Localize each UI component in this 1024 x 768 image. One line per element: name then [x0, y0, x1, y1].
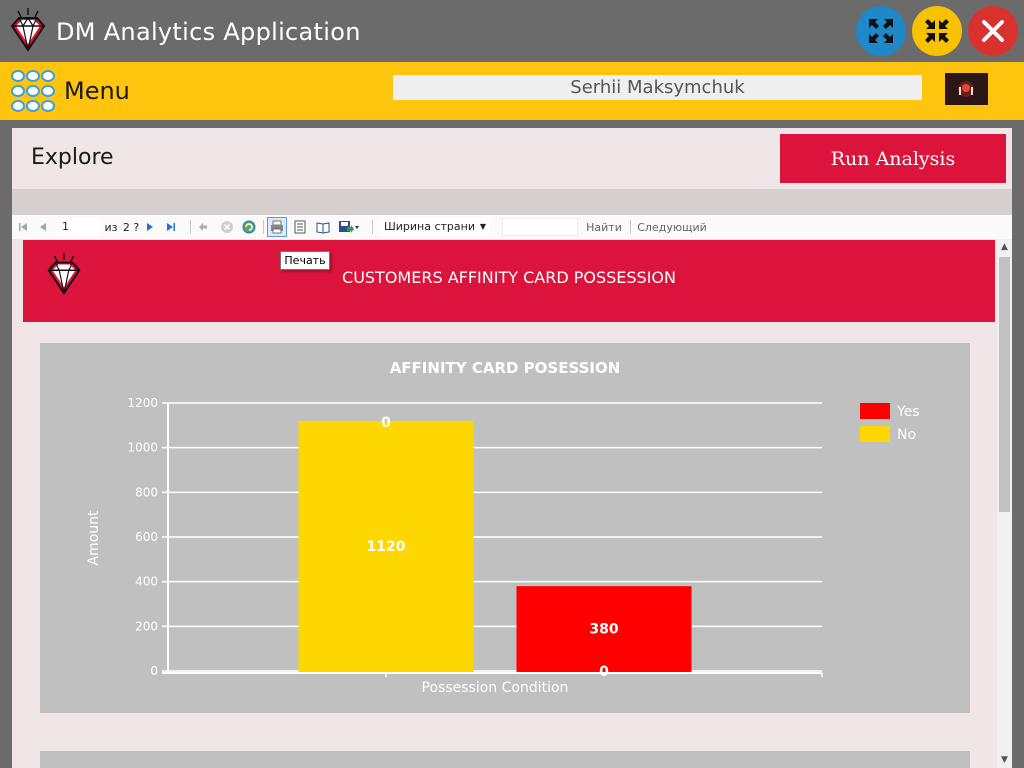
y-tick-label: 1200	[127, 396, 158, 410]
back-arrow-icon	[199, 223, 207, 231]
print-tooltip: Печать	[280, 251, 330, 270]
page-total-label: 2 ?	[122, 220, 140, 234]
legend-swatch-no	[860, 426, 890, 442]
find-text-input[interactable]	[502, 218, 578, 236]
compress-icon	[925, 19, 949, 43]
page-number-input[interactable]: 1	[58, 218, 100, 236]
first-page-button[interactable]	[16, 219, 30, 235]
zoom-select-value: Ширина страни	[384, 220, 475, 233]
prev-page-button[interactable]	[36, 219, 50, 235]
data-label: 380	[589, 622, 618, 638]
find-link[interactable]: Найти	[584, 219, 624, 235]
open-book-icon	[316, 222, 330, 234]
close-button[interactable]	[968, 6, 1018, 56]
title-bar: DM Analytics Application	[0, 0, 1024, 62]
toolbar-separator	[372, 220, 373, 234]
save-export-icon	[339, 221, 359, 233]
stop-button[interactable]	[219, 219, 235, 235]
back-button[interactable]	[196, 219, 210, 235]
scroll-up-icon[interactable]: ▲	[997, 239, 1012, 255]
report-toolbar: 1 из 2 ? Ширина страни ▼ Найти Следующий	[12, 215, 1012, 239]
app-title: DM Analytics Application	[56, 18, 361, 46]
legend-swatch-yes	[860, 403, 890, 419]
report-viewer: CUSTOMERS AFFINITY CARD POSSESSION AFFIN…	[12, 239, 1012, 768]
toolbar-separator	[630, 220, 631, 234]
second-chart-container	[40, 751, 970, 768]
legend-label-no: No	[897, 427, 916, 443]
y-tick-label: 800	[135, 485, 158, 499]
toolbar-separator	[190, 220, 191, 234]
chart-title: AFFINITY CARD POSESSION	[390, 359, 621, 377]
legend-label-yes: Yes	[896, 404, 920, 420]
page-title: Explore	[31, 145, 114, 170]
close-icon	[982, 20, 1004, 42]
next-page-button[interactable]	[143, 219, 157, 235]
y-tick-label: 200	[135, 619, 158, 633]
diamond-logo-icon	[10, 8, 46, 52]
report-header: CUSTOMERS AFFINITY CARD POSSESSION	[23, 240, 995, 322]
first-page-icon	[19, 223, 27, 231]
user-name-field: Serhii Maksymchuk	[393, 75, 922, 100]
y-tick-label: 1000	[127, 441, 158, 455]
refresh-button[interactable]	[241, 219, 257, 235]
minimize-button[interactable]	[912, 6, 962, 56]
menu-bar: Menu Serhii Maksymchuk	[0, 62, 1024, 120]
scroll-down-icon[interactable]: ▼	[997, 752, 1012, 768]
page-layout-icon	[294, 220, 306, 234]
last-page-icon	[167, 223, 175, 231]
menu-label[interactable]: Menu	[64, 77, 130, 105]
print-layout-button[interactable]	[292, 219, 308, 235]
next-page-icon	[147, 223, 153, 231]
last-page-button[interactable]	[164, 219, 178, 235]
toolbar-separator	[263, 220, 264, 234]
data-label: 0	[599, 664, 609, 680]
printer-icon	[271, 220, 283, 234]
chart-container: AFFINITY CARD POSESSION 0 200 400 600 800 1000…	[40, 343, 970, 713]
expand-icon	[869, 19, 893, 43]
x-axis-label: Possession Condition	[422, 680, 569, 696]
avatar-image-icon	[945, 73, 988, 105]
maximize-button[interactable]	[856, 6, 906, 56]
find-next-link[interactable]: Следующий	[636, 219, 708, 235]
main-content: Explore Run Analysis 1 из 2 ? Ширина стр…	[12, 128, 1012, 768]
avatar[interactable]	[945, 73, 988, 105]
page-of-label: из	[104, 220, 118, 234]
data-label: 1120	[367, 539, 406, 555]
chevron-down-icon: ▼	[479, 222, 486, 231]
y-tick-label: 600	[135, 530, 158, 544]
vertical-scrollbar[interactable]: ▲ ▼	[997, 239, 1012, 768]
export-button[interactable]	[337, 219, 361, 235]
y-axis-label: Amount	[86, 510, 102, 566]
scroll-thumb[interactable]	[999, 257, 1010, 512]
report-title: CUSTOMERS AFFINITY CARD POSSESSION	[342, 268, 676, 287]
stop-icon	[221, 221, 233, 233]
affinity-card-chart: AFFINITY CARD POSESSION 0 200 400 600 800 1000…	[86, 359, 920, 696]
y-tick-label: 400	[135, 575, 158, 589]
prev-page-icon	[40, 223, 46, 231]
zoom-select[interactable]: Ширина страни ▼	[380, 218, 490, 236]
explore-header: Explore Run Analysis	[12, 128, 1012, 188]
refresh-icon	[242, 220, 256, 234]
divider-strip	[12, 189, 1012, 215]
data-label: 0	[381, 415, 391, 431]
run-analysis-button[interactable]: Run Analysis	[780, 134, 1006, 183]
y-tick-label: 0	[150, 664, 158, 678]
grid-menu-icon[interactable]	[10, 68, 56, 114]
print-button[interactable]	[267, 217, 287, 237]
page-setup-button[interactable]	[315, 219, 331, 235]
